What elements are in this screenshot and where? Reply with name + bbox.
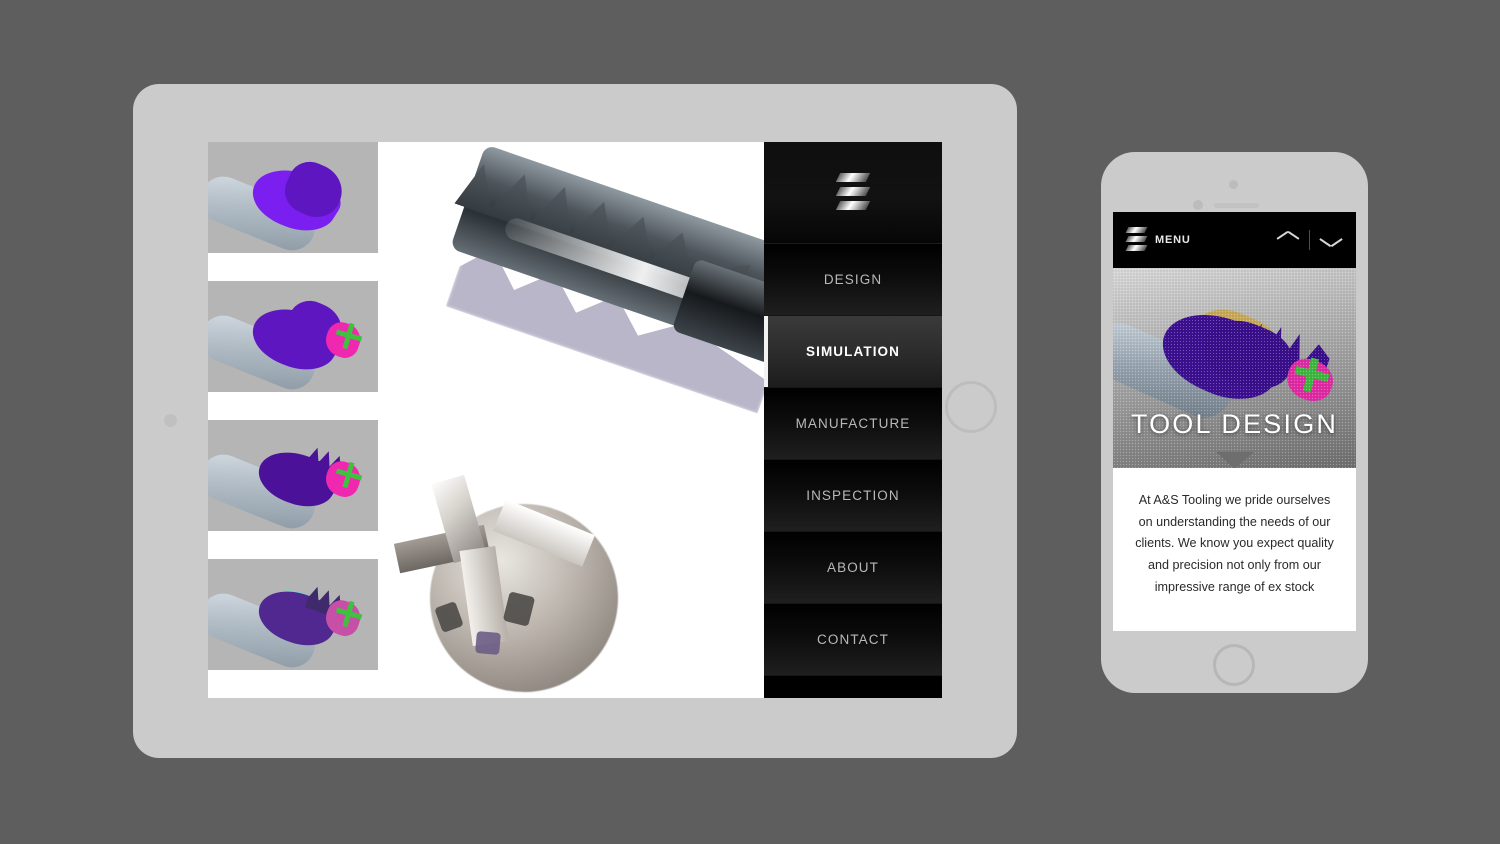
cad-render-icon (208, 281, 378, 392)
main-image-column (378, 142, 764, 698)
thumbnail-tool-render-step-2[interactable] (208, 281, 378, 392)
end-mill-tip-photo[interactable] (378, 442, 764, 698)
menu-item-design[interactable]: DESIGN (764, 244, 942, 316)
phone-sensor-icon (1193, 200, 1203, 210)
menu-filler (764, 676, 942, 698)
menu-item-label: MANUFACTURE (795, 416, 911, 431)
menu-item-inspection[interactable]: INSPECTION (764, 460, 942, 532)
thumbnail-tool-render-step-1[interactable] (208, 142, 378, 253)
menu-item-label: CONTACT (817, 632, 889, 647)
phone-content-area: At A&S Tooling we pride ourselves on und… (1113, 468, 1356, 599)
tablet-screen: DESIGN SIMULATION MANUFACTURE INSPECTION… (208, 142, 942, 698)
phone-screen: MENU TOOL DESIGN At A&S Tooling we pride… (1113, 212, 1356, 631)
menu-item-about[interactable]: ABOUT (764, 532, 942, 604)
thumbnail-tool-render-step-3[interactable] (208, 420, 378, 531)
menu-item-label: ABOUT (826, 560, 879, 575)
logo-mark-icon (835, 171, 871, 215)
phone-header-bar: MENU (1113, 212, 1356, 268)
thumbnail-spacer (208, 253, 378, 281)
nav-divider (1309, 230, 1310, 250)
thumbnail-column (208, 142, 378, 698)
phone-hero-banner[interactable]: TOOL DESIGN (1113, 268, 1356, 468)
as-tooling-logo[interactable] (1125, 226, 1148, 254)
page-root: DESIGN SIMULATION MANUFACTURE INSPECTION… (0, 0, 1500, 844)
menu-item-contact[interactable]: CONTACT (764, 604, 942, 676)
hero-title: TOOL DESIGN (1130, 409, 1339, 439)
phone-device: MENU TOOL DESIGN At A&S Tooling we pride… (1101, 152, 1368, 693)
phone-home-button[interactable] (1213, 644, 1255, 686)
menu-toggle-label[interactable]: MENU (1155, 234, 1191, 246)
menu-item-manufacture[interactable]: MANUFACTURE (764, 388, 942, 460)
menu-item-label: SIMULATION (806, 344, 900, 359)
tablet-device: DESIGN SIMULATION MANUFACTURE INSPECTION… (133, 84, 1017, 758)
menu-item-label: DESIGN (823, 272, 883, 287)
thumbnail-spacer (208, 392, 378, 420)
chevron-down-icon[interactable] (1320, 234, 1342, 247)
tablet-camera-icon (164, 414, 177, 427)
phone-camera-icon (1229, 180, 1238, 189)
intro-paragraph: At A&S Tooling we pride ourselves on und… (1135, 493, 1334, 594)
chevron-up-icon[interactable] (1277, 234, 1299, 247)
roughing-end-mill-photo[interactable] (378, 142, 764, 442)
tablet-home-button[interactable] (945, 381, 997, 433)
hero-notch-arrow-icon (1215, 452, 1254, 468)
thumbnail-spacer (208, 531, 378, 559)
cad-render-icon (208, 559, 378, 670)
menu-item-simulation[interactable]: SIMULATION (764, 316, 942, 388)
tablet-main-menu: DESIGN SIMULATION MANUFACTURE INSPECTION… (764, 142, 942, 698)
as-tooling-logo[interactable] (764, 142, 942, 244)
menu-item-label: INSPECTION (806, 488, 900, 503)
phone-nav-arrows (1277, 230, 1342, 250)
cad-render-icon (208, 142, 378, 253)
cad-render-icon (208, 420, 378, 531)
phone-speaker-grille (1214, 203, 1259, 208)
thumbnail-tool-render-step-4[interactable] (208, 559, 378, 670)
